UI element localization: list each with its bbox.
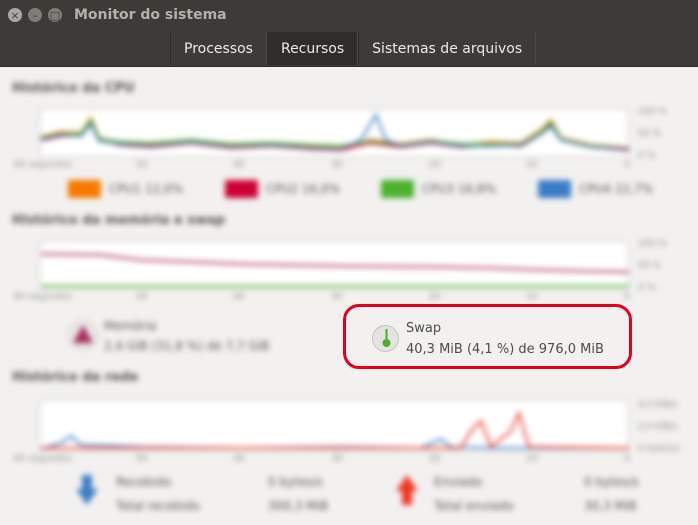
memory-history-title: Histórico da memória e swap [12,213,226,228]
memory-pct-0: 0 % [638,283,656,293]
minimize-icon: – [32,8,38,22]
close-window-button[interactable]: × [8,8,22,22]
swap-highlight-annotation [343,304,632,369]
tab-resources[interactable]: Recursos [266,32,359,65]
cpu-history-chart [40,109,629,157]
total-received-label: Total recebido [116,499,200,513]
memory-time-label: 10 [526,292,538,302]
header-bar: Processos Recursos Sistemas de arquivos [0,32,698,67]
network-rate-high: 4,0 KiB/s [638,400,678,410]
network-time-label: 40 [233,454,245,464]
memory-pie-graphic [73,325,93,343]
cpu-time-label: 30 [331,160,343,170]
memory-history-chart [40,241,629,289]
cpu-graph [41,112,629,152]
network-rate-zero: 0 bytes/s [638,444,680,454]
memory-time-label: 30 [331,292,343,302]
view-switcher: Processos Recursos Sistemas de arquivos [170,32,537,65]
total-sent-value: 30,3 MiB [584,499,637,513]
cpu3-legend: CPU3 16,8% [381,180,496,198]
cpu4-legend-label: CPU4 22,7% [579,182,653,196]
total-sent-label: Total enviado [434,499,514,513]
received-label: Recebido [116,475,172,489]
cpu2-legend: CPU2 16,0% [225,180,340,198]
tab-processes[interactable]: Processos [170,32,267,65]
close-icon: × [10,8,20,22]
cpu-history-title: Histórico da CPU [12,81,135,96]
cpu1-legend: CPU1 12,0% [68,180,183,198]
cpu-pct-100: 100 % [638,107,667,117]
sent-arrow-icon[interactable] [396,475,418,505]
total-received-value: 300,3 MiB [268,499,329,513]
cpu-pct-50: 50 % [638,129,661,139]
network-graph [41,410,629,450]
network-time-label: 30 [331,454,343,464]
sent-line [41,410,629,449]
memory-time-label: 60 segundos [14,292,72,302]
network-history-chart [40,400,629,452]
received-rate: 0 bytes/s [268,475,323,489]
cpu-time-label: 10 [526,160,538,170]
memory-line [41,253,629,273]
cpu-time-label: 50 [136,160,148,170]
memory-time-label: 50 [136,292,148,302]
memory-pie-icon[interactable] [68,320,98,350]
sent-label: Enviado [434,475,482,489]
cpu-time-label: 60 segundos [14,160,72,170]
network-rate-mid: 2,0 KiB/s [638,422,678,432]
cpu1-color-button[interactable] [68,180,101,198]
cpu2-legend-label: CPU2 16,0% [266,182,340,196]
memory-pct-50: 50 % [638,261,661,271]
system-monitor-window: × – □ Monitor do sistema Processos Recur… [0,0,698,525]
resources-panel: Histórico da CPU 100 % 50 % 0 % 60 segun… [0,67,698,525]
cpu-time-label: 40 [233,160,245,170]
network-time-label: 60 segundos [14,454,72,464]
maximize-icon: □ [49,8,61,22]
cpu2-color-button[interactable] [225,180,258,198]
blurred-background: Histórico da CPU 100 % 50 % 0 % 60 segun… [0,67,698,525]
network-time-label: 0 [624,454,630,464]
maximize-window-button[interactable]: □ [48,8,62,22]
cpu-time-label: 0 [624,160,630,170]
sent-rate: 0 bytes/s [584,475,639,489]
cpu-time-label: 20 [429,160,441,170]
cpu1-legend-label: CPU1 12,0% [109,182,183,196]
minimize-window-button[interactable]: – [28,8,42,22]
window-title: Monitor do sistema [74,7,227,23]
network-time-label: 50 [136,454,148,464]
network-time-label: 20 [429,454,441,464]
cpu4-color-button[interactable] [538,180,571,198]
memory-label: Memória [104,319,157,333]
cpu3-legend-label: CPU3 16,8% [422,182,496,196]
tab-file-systems[interactable]: Sistemas de arquivos [358,32,537,65]
cpu4-legend: CPU4 22,7% [538,180,653,198]
memory-time-label: 20 [429,292,441,302]
memory-pct-100: 100 % [638,239,667,249]
title-bar: × – □ Monitor do sistema [0,0,698,32]
memory-time-label: 40 [233,292,245,302]
received-arrow-icon[interactable] [76,475,98,505]
memory-time-label: 0 [624,292,630,302]
memory-value: 2,4 GiB (31,8 %) de 7,7 GiB [104,339,270,353]
memory-graph [41,253,629,287]
cpu3-color-button[interactable] [381,180,414,198]
cpu-pct-0: 0 % [638,151,656,161]
network-time-label: 10 [526,454,538,464]
network-history-title: Histórico da rede [12,370,139,385]
